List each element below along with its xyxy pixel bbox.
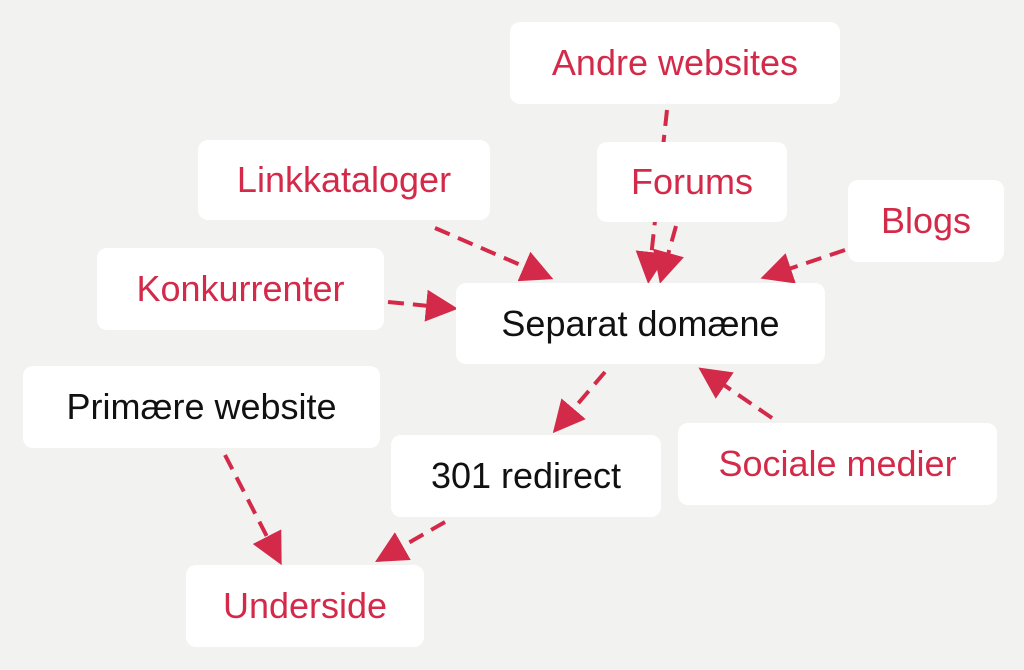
edge-blogs-separat — [760, 248, 846, 284]
node-label: Underside — [222, 585, 388, 626]
node-label: Primære website — [66, 386, 337, 427]
node-underside: Underside — [186, 565, 424, 647]
node-separat-domaene: Separat domæne — [456, 283, 825, 364]
edge-konkurrenter-separat — [387, 289, 458, 322]
node-label: Andre websites — [551, 42, 799, 83]
node-label: Blogs — [880, 200, 972, 241]
node-label: Linkkataloger — [236, 159, 452, 200]
node-konkurrenter: Konkurrenter — [97, 248, 384, 330]
node-primaere-website: Primære website — [23, 366, 380, 448]
node-andre-websites: Andre websites — [510, 22, 840, 104]
edge-separat-redirect — [552, 370, 607, 434]
edge-forums-separat — [653, 225, 684, 284]
edge-linkkataloger-separat — [434, 226, 554, 282]
node-label: 301 redirect — [430, 455, 622, 496]
edge-redirect-underside — [375, 520, 446, 562]
node-label: Separat domæne — [501, 302, 780, 344]
node-forums: Forums — [597, 142, 787, 222]
node-sociale-medier: Sociale medier — [678, 423, 997, 505]
node-label: Sociale medier — [718, 443, 957, 484]
node-linkkataloger: Linkkataloger — [198, 140, 490, 220]
edge-sociale-separat — [698, 367, 774, 420]
node-blogs: Blogs — [848, 180, 1004, 262]
edge-primaere-underside — [223, 454, 282, 566]
node-label: Konkurrenter — [136, 268, 345, 309]
node-label: Forums — [630, 161, 753, 202]
node-301-redirect: 301 redirect — [391, 435, 661, 517]
